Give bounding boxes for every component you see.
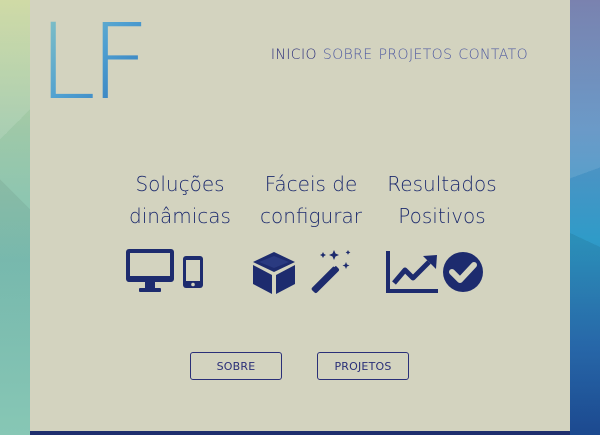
- cube-icon: [253, 252, 295, 294]
- feature-solucoes: Soluções dinâmicas: [110, 168, 250, 232]
- background-right-facets: [570, 0, 600, 435]
- feature-title-line1: Fáceis de: [264, 172, 358, 196]
- feature-title-line1: Resultados: [387, 172, 497, 196]
- nav-projetos[interactable]: PROJETOS: [379, 47, 453, 63]
- main-panel: LF INICIO SOBRE PROJETOS CONTATO Soluçõe…: [30, 0, 570, 435]
- feature-title-line1: Soluções: [135, 172, 225, 196]
- feature-title-line2: Positivos: [398, 204, 486, 228]
- sobre-button[interactable]: SOBRE: [190, 352, 282, 380]
- nav-sobre[interactable]: SOBRE: [323, 47, 373, 63]
- feature-title-line2: dinâmicas: [129, 204, 231, 228]
- feature-title-line2: configurar: [260, 204, 362, 228]
- monitor-icon: [126, 249, 174, 292]
- feature-resultados: Resultados Positivos: [372, 168, 512, 232]
- check-circle-icon: [443, 252, 483, 292]
- projetos-button[interactable]: PROJETOS: [317, 352, 409, 380]
- smartphone-icon: [183, 256, 203, 288]
- magic-wand-icon: [311, 250, 351, 294]
- nav-contato[interactable]: CONTATO: [458, 47, 528, 63]
- logo-text: LF: [40, 12, 144, 100]
- background-left-facets: [0, 0, 30, 435]
- feature-faceis: Fáceis de configurar: [241, 168, 381, 232]
- bottom-bar: [30, 431, 570, 435]
- logo[interactable]: LF: [40, 12, 150, 100]
- line-chart-icon: [386, 251, 438, 293]
- top-nav: INICIO SOBRE PROJETOS CONTATO: [271, 47, 528, 63]
- nav-inicio[interactable]: INICIO: [271, 47, 317, 63]
